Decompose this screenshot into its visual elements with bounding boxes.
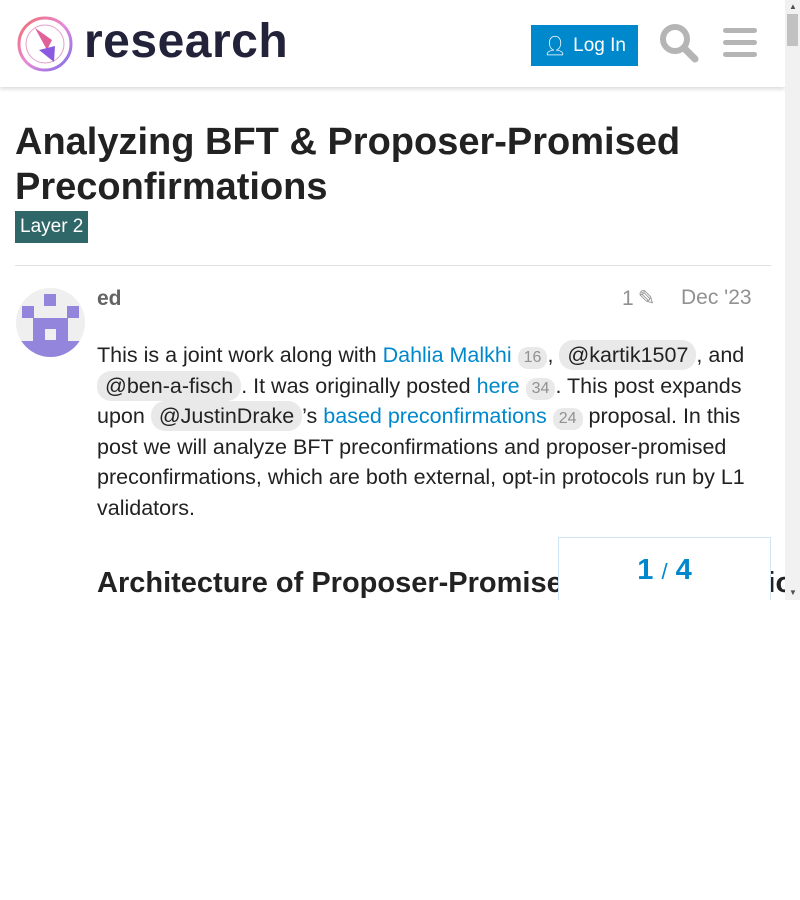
post-body: This is a joint work along with Dahlia M… <box>97 340 767 523</box>
link-here[interactable]: here <box>477 374 520 398</box>
pencil-icon: ✎ <box>637 287 656 310</box>
edit-history[interactable]: 1 ✎ <box>622 286 655 311</box>
scroll-thumb[interactable] <box>787 14 798 46</box>
post-username[interactable]: ed <box>97 287 122 311</box>
topic-progress[interactable]: 1 / 4 <box>558 537 771 600</box>
scroll-down-icon[interactable]: ▼ <box>789 588 797 597</box>
edit-count: 1 <box>622 286 634 310</box>
mention-justin[interactable]: @JustinDrake <box>150 401 303 431</box>
search-icon[interactable] <box>658 22 700 64</box>
brand-name[interactable]: research <box>84 14 288 69</box>
topic-title[interactable]: Analyzing BFT & Proposer-Promised Precon… <box>15 120 755 210</box>
click-count: 16 <box>517 347 548 369</box>
mention-ben[interactable]: @ben-a-fisch <box>97 370 242 401</box>
divider <box>15 265 771 266</box>
scroll-up-icon[interactable]: ▲ <box>789 2 797 11</box>
link-based-preconf[interactable]: based preconfirmations <box>323 404 546 428</box>
click-count: 34 <box>525 377 556 400</box>
click-count: 24 <box>552 408 583 430</box>
login-button[interactable]: 👤︎ Log In <box>531 25 638 66</box>
user-icon: 👤︎ <box>543 35 568 57</box>
login-label: Log In <box>573 34 626 56</box>
scrollbar[interactable]: ▲ ▼ <box>785 0 800 600</box>
user-avatar[interactable] <box>16 288 85 357</box>
link-dahlia[interactable]: Dahlia Malkhi <box>383 343 512 367</box>
post-date[interactable]: Dec '23 <box>681 286 752 310</box>
mention-kartik[interactable]: @kartik1507 <box>559 340 697 370</box>
menu-icon[interactable] <box>721 26 759 60</box>
logo-icon[interactable] <box>17 16 73 72</box>
site-header: research 👤︎ Log In <box>0 0 785 87</box>
category-tag[interactable]: Layer 2 <box>15 211 89 243</box>
